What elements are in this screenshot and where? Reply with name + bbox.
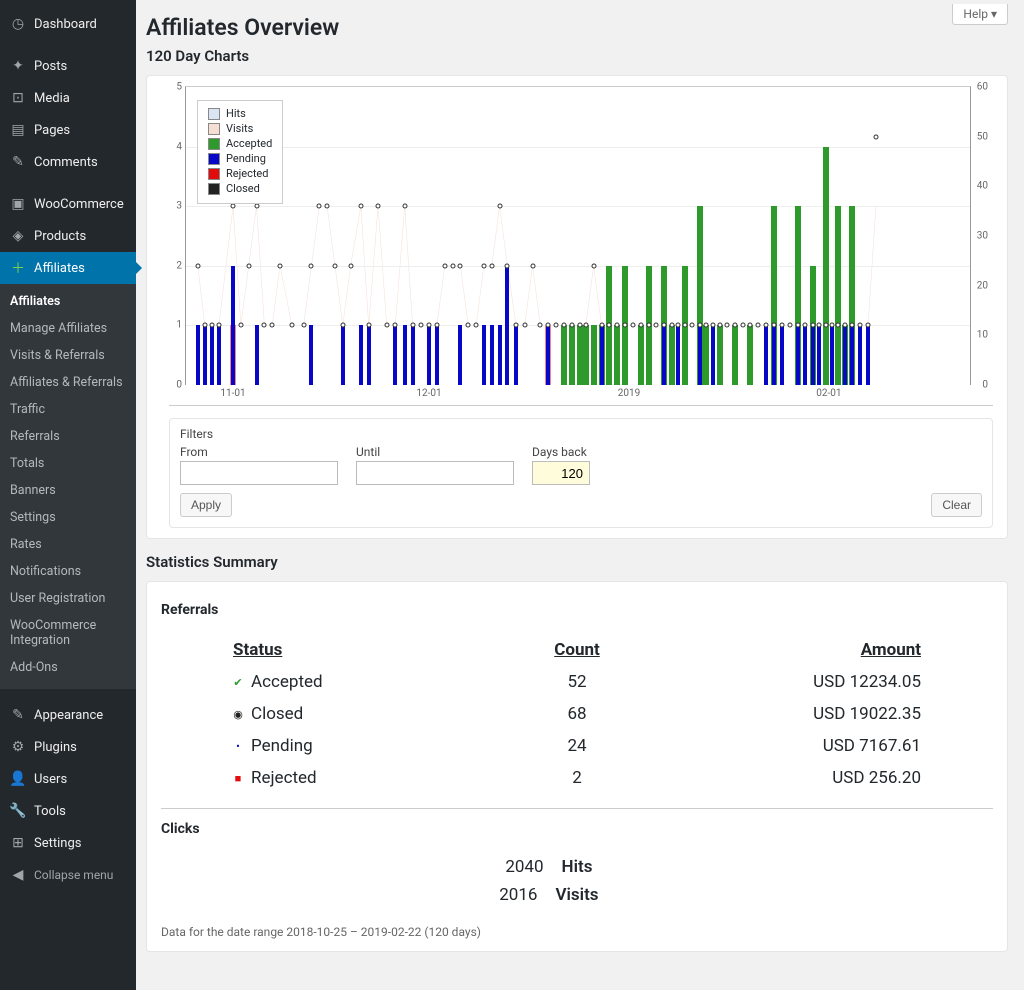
menu-dashboard[interactable]: ◷Dashboard: [0, 8, 136, 40]
appearance-icon: ✎: [10, 707, 26, 723]
filter-until-label: Until: [356, 445, 514, 459]
referrals-table: Status Count Amount ✔Accepted52USD 12234…: [161, 634, 993, 809]
products-icon: ◈: [10, 228, 26, 244]
menu-pages[interactable]: ▤Pages: [0, 114, 136, 146]
clicks-row: 2016Visits: [161, 881, 993, 909]
stats-summary-title: Statistics Summary: [146, 553, 1008, 571]
sub-visits-referrals[interactable]: Visits & Referrals: [0, 342, 136, 369]
date-range-note: Data for the date range 2018-10-25 – 201…: [161, 925, 993, 939]
clicks-heading: Clicks: [161, 821, 993, 837]
clicks-table: 2040Hits2016Visits: [161, 853, 993, 909]
tools-icon: 🔧: [10, 803, 26, 819]
main-content: Help Affiliates Overview 120 Day Charts …: [136, 0, 1024, 990]
referral-row: •Pending24USD 7167.61: [233, 730, 921, 762]
sub-referrals[interactable]: Referrals: [0, 423, 136, 450]
charts-title: 120 Day Charts: [146, 47, 1008, 65]
help-tab[interactable]: Help: [952, 4, 1008, 25]
chart-legend: HitsVisitsAcceptedPendingRejectedClosed: [197, 100, 283, 204]
sub-affiliates[interactable]: Affiliates: [0, 288, 136, 315]
clicks-row: 2040Hits: [161, 853, 993, 881]
filter-from-input[interactable]: [180, 461, 338, 485]
filter-daysback-input[interactable]: [532, 461, 590, 485]
menu-media[interactable]: ⊡Media: [0, 82, 136, 114]
woocommerce-icon: ▣: [10, 196, 26, 212]
pin-icon: ✦: [10, 58, 26, 74]
submenu-affiliates: Affiliates Manage Affiliates Visits & Re…: [0, 284, 136, 689]
filter-until-input[interactable]: [356, 461, 514, 485]
stats-card: Referrals Status Count Amount ✔Accepted5…: [146, 581, 1008, 952]
dashboard-icon: ◷: [10, 16, 26, 32]
users-icon: 👤: [10, 771, 26, 787]
menu-plugins[interactable]: ⚙Plugins: [0, 731, 136, 763]
menu-tools[interactable]: 🔧Tools: [0, 795, 136, 827]
admin-sidebar: ◷Dashboard ✦Posts ⊡Media ▤Pages ✎Comment…: [0, 0, 136, 990]
sub-notifications[interactable]: Notifications: [0, 558, 136, 585]
comments-icon: ✎: [10, 154, 26, 170]
menu-posts[interactable]: ✦Posts: [0, 50, 136, 82]
menu-settings[interactable]: ⊞Settings: [0, 827, 136, 859]
sub-settings[interactable]: Settings: [0, 504, 136, 531]
sub-rates[interactable]: Rates: [0, 531, 136, 558]
filters-panel: Filters From Until Days back Apply Clear: [169, 418, 993, 528]
sub-woocommerce-integration[interactable]: WooCommerce Integration: [0, 612, 136, 654]
sub-manage-affiliates[interactable]: Manage Affiliates: [0, 315, 136, 342]
sub-traffic[interactable]: Traffic: [0, 396, 136, 423]
referral-row: ◉Closed68USD 19022.35: [233, 698, 921, 730]
chart-area: 012345010203040506011-0112-01201902-01: [185, 86, 971, 385]
menu-woocommerce[interactable]: ▣WooCommerce: [0, 188, 136, 220]
sub-user-registration[interactable]: User Registration: [0, 585, 136, 612]
settings-icon: ⊞: [10, 835, 26, 851]
referral-row: ■Rejected2USD 256.20: [233, 762, 921, 794]
menu-users[interactable]: 👤Users: [0, 763, 136, 795]
filters-title: Filters: [180, 427, 982, 441]
chart-wrap: 012345010203040506011-0112-01201902-01 H…: [169, 86, 993, 406]
clear-button[interactable]: Clear: [931, 493, 982, 517]
referrals-heading: Referrals: [161, 602, 993, 618]
referral-row: ✔Accepted52USD 12234.05: [233, 666, 921, 698]
collapse-icon: ◀: [10, 867, 26, 883]
pages-icon: ▤: [10, 122, 26, 138]
menu-affiliates[interactable]: ＋Affiliates: [0, 252, 136, 284]
menu-appearance[interactable]: ✎Appearance: [0, 699, 136, 731]
menu-collapse[interactable]: ◀Collapse menu: [0, 859, 136, 891]
menu-products[interactable]: ◈Products: [0, 220, 136, 252]
filter-daysback-label: Days back: [532, 445, 590, 459]
media-icon: ⊡: [10, 90, 26, 106]
sub-banners[interactable]: Banners: [0, 477, 136, 504]
menu-comments[interactable]: ✎Comments: [0, 146, 136, 178]
affiliates-icon: ＋: [10, 260, 26, 276]
chart-card: 012345010203040506011-0112-01201902-01 H…: [146, 75, 1008, 539]
page-title: Affiliates Overview: [146, 14, 1008, 41]
sub-addons[interactable]: Add-Ons: [0, 654, 136, 681]
plugins-icon: ⚙: [10, 739, 26, 755]
sub-affiliates-referrals[interactable]: Affiliates & Referrals: [0, 369, 136, 396]
filter-from-label: From: [180, 445, 338, 459]
referrals-header: Status Count Amount: [233, 634, 921, 666]
apply-button[interactable]: Apply: [180, 493, 232, 517]
sub-totals[interactable]: Totals: [0, 450, 136, 477]
